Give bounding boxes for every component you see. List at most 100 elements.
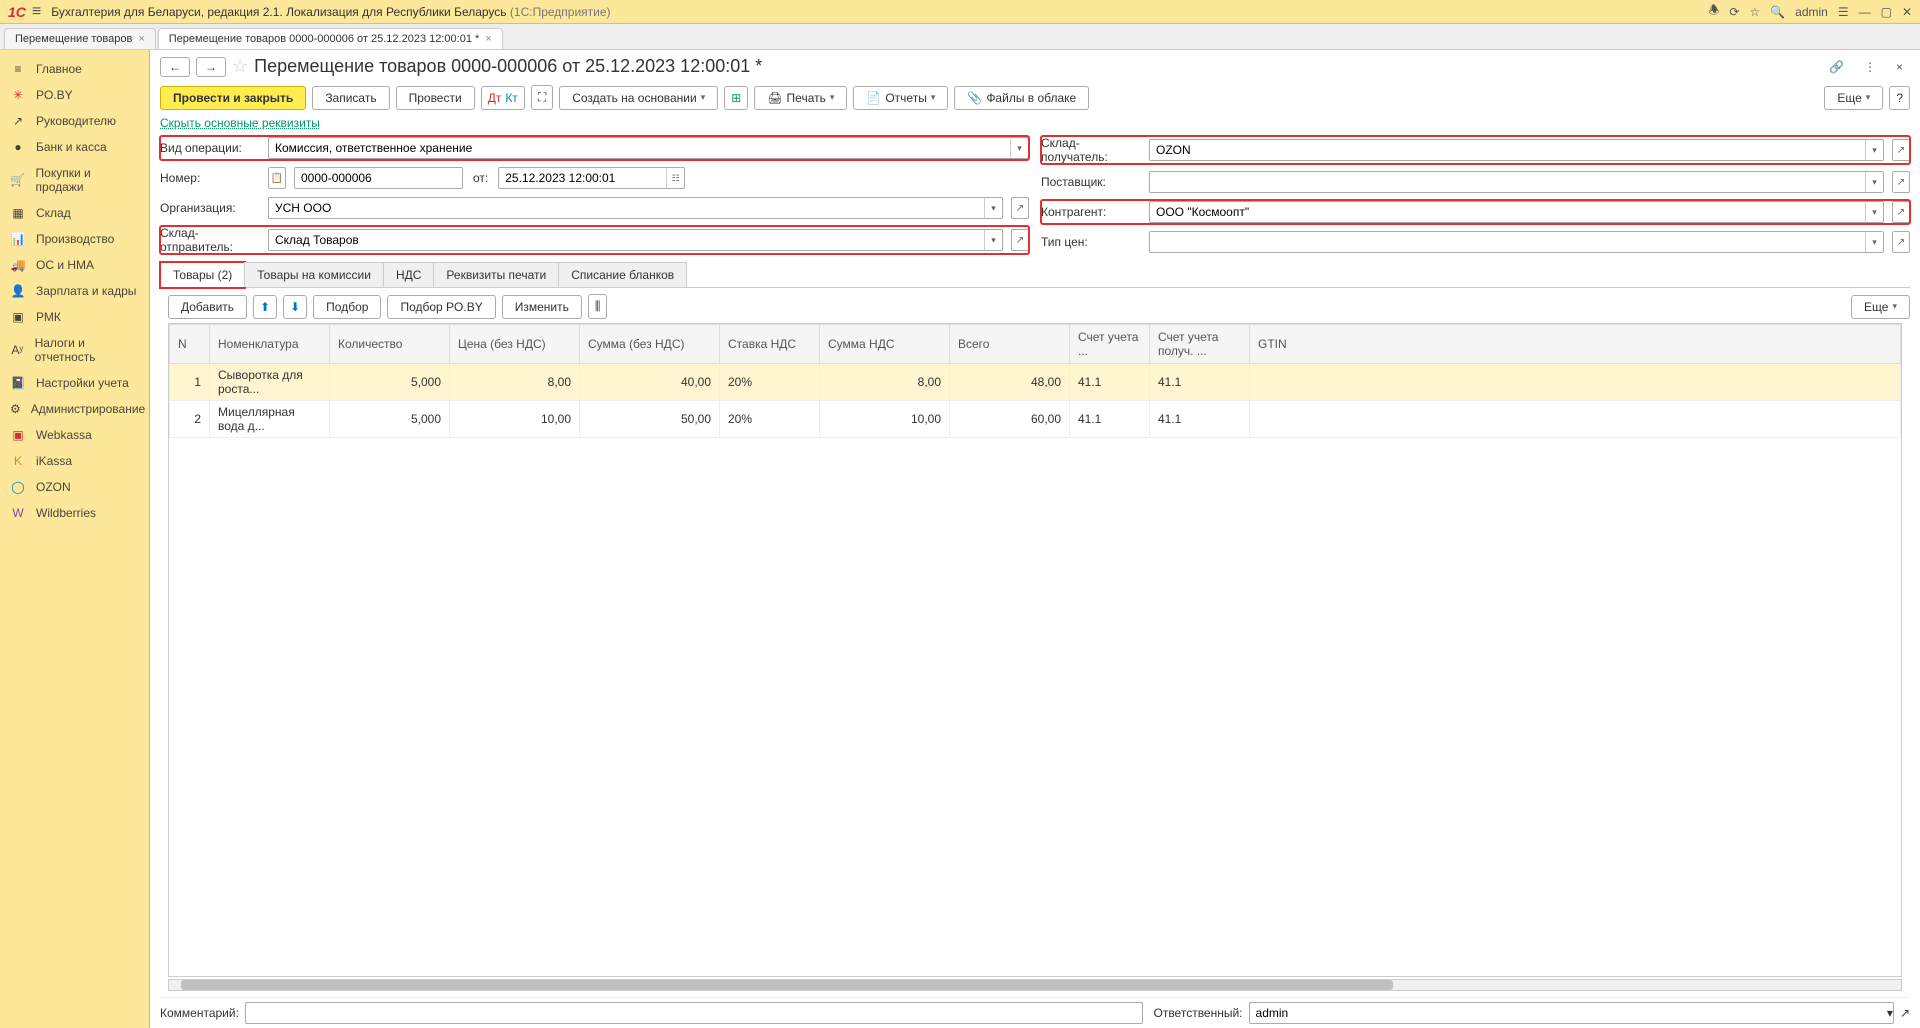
- sidebar-item-main[interactable]: ≡Главное: [0, 56, 149, 82]
- reports-button[interactable]: 📄 Отчеты ▾: [853, 86, 948, 110]
- resp-input[interactable]: [1250, 1004, 1887, 1022]
- bell-icon[interactable]: 🕭: [1709, 1, 1720, 22]
- files-cloud-button[interactable]: 📎 Файлы в облаке: [954, 86, 1089, 110]
- select-button[interactable]: Подбор: [313, 295, 381, 319]
- dropdown-icon[interactable]: ▾: [1887, 1006, 1893, 1020]
- close-doc-icon[interactable]: ×: [1889, 57, 1910, 77]
- sidebar-item-wildberries[interactable]: WWildberries: [0, 500, 149, 526]
- hide-requisites-link[interactable]: Скрыть основные реквизиты: [160, 114, 1910, 132]
- col-gtin[interactable]: GTIN: [1250, 325, 1901, 364]
- print-button[interactable]: 🖨 Печать ▾: [754, 86, 847, 110]
- tab-document[interactable]: Перемещение товаров 0000-000006 от 25.12…: [158, 28, 503, 49]
- tab-blanks[interactable]: Списание бланков: [558, 262, 687, 287]
- supplier-input[interactable]: [1150, 173, 1865, 191]
- dropdown-icon[interactable]: ▾: [1865, 232, 1883, 252]
- tab-goods[interactable]: Товары (2): [160, 262, 245, 288]
- move-up-button[interactable]: ⬆: [253, 295, 277, 319]
- settings-icon[interactable]: ☰: [1838, 5, 1849, 19]
- price-type-input[interactable]: [1150, 233, 1865, 251]
- to-wh-input[interactable]: [1150, 141, 1865, 159]
- sidebar-item-trade[interactable]: 🛒Покупки и продажи: [0, 160, 149, 200]
- op-type-input[interactable]: [269, 139, 1010, 157]
- close-icon[interactable]: ✕: [1902, 5, 1912, 19]
- sidebar-item-production[interactable]: 📊Производство: [0, 226, 149, 252]
- number-lock-icon[interactable]: 📋: [268, 167, 286, 189]
- more-actions-icon[interactable]: ⋮: [1857, 57, 1883, 77]
- move-down-button[interactable]: ⬇: [283, 295, 307, 319]
- number-input[interactable]: [295, 169, 462, 187]
- sidebar-item-settings[interactable]: 📓Настройки учета: [0, 370, 149, 396]
- open-ref-icon[interactable]: ↗: [1892, 231, 1910, 253]
- sidebar-item-ozon[interactable]: ◯OZON: [0, 474, 149, 500]
- col-n[interactable]: N: [170, 325, 210, 364]
- dropdown-icon[interactable]: ▾: [1010, 138, 1028, 158]
- col-vat-sum[interactable]: Сумма НДС: [820, 325, 950, 364]
- barcode-button[interactable]: ⫼: [588, 294, 608, 319]
- user-label[interactable]: admin: [1795, 5, 1828, 19]
- col-nom[interactable]: Номенклатура: [210, 325, 330, 364]
- col-acc2[interactable]: Счет учета получ. ...: [1150, 325, 1250, 364]
- star-icon[interactable]: ☆: [1749, 5, 1760, 19]
- tab-print-req[interactable]: Реквизиты печати: [433, 262, 559, 287]
- from-wh-input[interactable]: [269, 231, 984, 249]
- table-horizontal-scrollbar[interactable]: [168, 979, 1902, 991]
- sidebar-item-bank[interactable]: ●Банк и касса: [0, 134, 149, 160]
- sidebar-item-admin[interactable]: ⚙Администрирование: [0, 396, 149, 422]
- add-row-button[interactable]: Добавить: [168, 295, 247, 319]
- contr-input[interactable]: [1150, 203, 1865, 221]
- save-button[interactable]: Записать: [312, 86, 389, 110]
- table-row[interactable]: 2 Мицеллярная вода д... 5,000 10,00 50,0…: [170, 401, 1901, 438]
- open-ref-icon[interactable]: ↗: [1011, 197, 1029, 219]
- sidebar-item-manager[interactable]: ↗Руководителю: [0, 108, 149, 134]
- dropdown-icon[interactable]: ▾: [1865, 172, 1883, 192]
- col-vat-rate[interactable]: Ставка НДС: [720, 325, 820, 364]
- col-acc1[interactable]: Счет учета ...: [1070, 325, 1150, 364]
- org-input[interactable]: [269, 199, 984, 217]
- sidebar-item-webkassa[interactable]: ▣Webkassa: [0, 422, 149, 448]
- date-input[interactable]: [499, 169, 666, 187]
- post-close-button[interactable]: Провести и закрыть: [160, 86, 306, 110]
- maximize-icon[interactable]: ▢: [1881, 5, 1892, 19]
- favorite-star-icon[interactable]: ☆: [232, 56, 248, 77]
- search-icon[interactable]: 🔍: [1770, 5, 1785, 19]
- tab-commission[interactable]: Товары на комиссии: [244, 262, 384, 287]
- nav-forward-button[interactable]: →: [196, 57, 226, 77]
- col-qty[interactable]: Количество: [330, 325, 450, 364]
- comment-input[interactable]: [246, 1004, 1143, 1022]
- table-row[interactable]: 1 Сыворотка для роста... 5,000 8,00 40,0…: [170, 364, 1901, 401]
- open-ref-icon[interactable]: ↗: [1892, 201, 1910, 223]
- dropdown-icon[interactable]: ▾: [1865, 140, 1883, 160]
- create-based-button[interactable]: Создать на основании ▾: [559, 86, 718, 110]
- calendar-icon[interactable]: ☷: [666, 168, 684, 188]
- goods-table[interactable]: N Номенклатура Количество Цена (без НДС)…: [168, 323, 1902, 977]
- tab-close-icon[interactable]: ×: [138, 33, 144, 45]
- post-button[interactable]: Провести: [396, 86, 475, 110]
- sidebar-item-poby[interactable]: ✳PO.BY: [0, 82, 149, 108]
- sidebar-item-warehouse[interactable]: ▦Склад: [0, 200, 149, 226]
- main-menu-icon[interactable]: ≡: [32, 3, 41, 21]
- open-ref-icon[interactable]: ↗: [1892, 171, 1910, 193]
- nav-back-button[interactable]: ←: [160, 57, 190, 77]
- history-icon[interactable]: ⟳: [1729, 5, 1739, 19]
- open-ref-icon[interactable]: ↗: [1011, 229, 1029, 251]
- open-ref-icon[interactable]: ↗: [1900, 1006, 1910, 1020]
- sidebar-item-rmk[interactable]: ▣РМК: [0, 304, 149, 330]
- col-total[interactable]: Всего: [950, 325, 1070, 364]
- tab-list[interactable]: Перемещение товаров ×: [4, 28, 156, 49]
- toolbar-more-button[interactable]: Еще ▾: [1824, 86, 1883, 110]
- sidebar-item-hr[interactable]: 👤Зарплата и кадры: [0, 278, 149, 304]
- excel-button[interactable]: ⊞: [724, 86, 748, 110]
- sidebar-item-assets[interactable]: 🚚ОС и НМА: [0, 252, 149, 278]
- dropdown-icon[interactable]: ▾: [1865, 202, 1883, 222]
- table-more-button[interactable]: Еще ▾: [1851, 295, 1910, 319]
- link-icon[interactable]: 🔗: [1822, 57, 1851, 77]
- tab-close-icon[interactable]: ×: [485, 33, 491, 45]
- help-button[interactable]: ?: [1889, 86, 1910, 110]
- dropdown-icon[interactable]: ▾: [984, 198, 1002, 218]
- dropdown-icon[interactable]: ▾: [984, 230, 1002, 250]
- sidebar-item-taxes[interactable]: АʸНалоги и отчетность: [0, 330, 149, 370]
- select-poby-button[interactable]: Подбор PO.BY: [387, 295, 495, 319]
- col-price[interactable]: Цена (без НДС): [450, 325, 580, 364]
- tab-vat[interactable]: НДС: [383, 262, 434, 287]
- open-ref-icon[interactable]: ↗: [1892, 139, 1910, 161]
